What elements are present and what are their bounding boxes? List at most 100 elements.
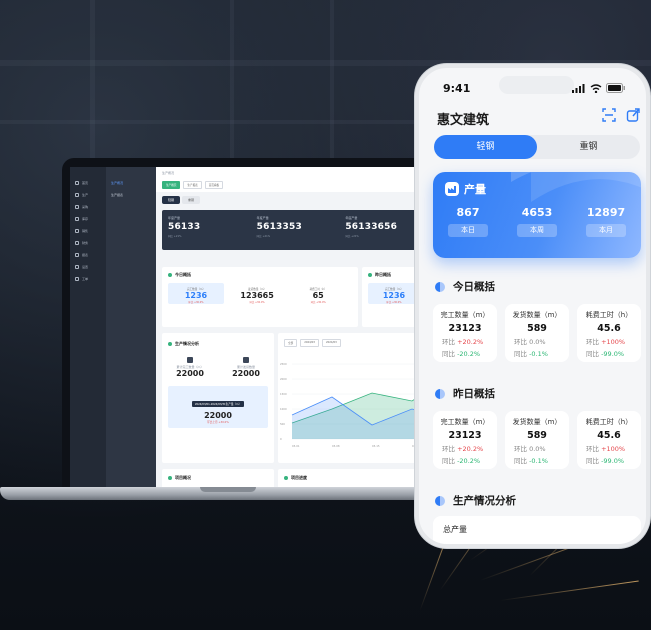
nav-item[interactable]: 设置 (70, 261, 106, 273)
status-bar: 9:41 (419, 68, 646, 106)
month-button[interactable]: 本月 (586, 224, 626, 237)
trend-chart-panel: 全部 2024/03 2024/03 2500 2000 1500 1000 5… (278, 333, 434, 463)
total-cell: 年度产量 5613353 同比 +21% (256, 216, 302, 238)
status-time: 9:41 (443, 82, 471, 95)
metric: 发货数量（m） 123665 环比 +30.0% (240, 288, 274, 304)
primary-sidebar: 首页 生产 采购 库存 销售 财务 报表 设置 工单 (70, 167, 106, 488)
status-dot (368, 273, 372, 277)
nav-item[interactable]: 首页 (70, 177, 106, 189)
section-bullet-icon (435, 495, 445, 506)
signal-icon (572, 83, 585, 93)
today-panel: 今日概括 完工数量（m） 1236 环比 +30.0% 发货数量（m） 123665 环… (162, 267, 358, 327)
output-day: 867 本日 (443, 206, 493, 237)
y-tick: 2000 (280, 377, 287, 381)
breadcrumb: 生产概况 (156, 167, 434, 178)
scan-icon[interactable] (602, 108, 616, 122)
nav-item[interactable]: 销售 (70, 225, 106, 237)
document-icon (243, 357, 249, 363)
total-output-card[interactable]: 总产量 (433, 516, 641, 544)
metric: 耗费工时（h） 65 环比 +30.0% (309, 288, 327, 304)
project-progress-panel: 项目进度 (278, 469, 434, 488)
yesterday-stat-hours: 耗费工时（h） 45.6 环比 +100% 同比 -99.0% (577, 411, 641, 469)
tab-overview[interactable]: 生产概况 (162, 181, 181, 189)
sub-item-report[interactable]: 生产报表 (106, 189, 156, 201)
today-stat-shipped: 发货数量（m） 589 环比 0.0% 同比 -0.1% (505, 304, 569, 362)
light-steel-tab[interactable]: 轻钢 (434, 135, 537, 159)
battery-icon (606, 83, 625, 93)
today-section-title: 今日概括 (435, 279, 495, 294)
tab-board[interactable]: 首页看板 (204, 181, 224, 189)
status-dot (168, 342, 172, 346)
today-stat-completed: 完工数量（m） 23123 环比 +20.2% 同比 -20.2% (433, 304, 497, 362)
nav-item[interactable]: 库存 (70, 213, 106, 225)
export-icon[interactable] (626, 108, 640, 122)
page-tabs: 生产概况 生产报表 首页看板 (156, 178, 434, 192)
y-tick: 1500 (280, 392, 287, 396)
app-title: 惠文建筑 (437, 113, 490, 128)
main-content: 生产概况 生产概况 生产报表 首页看板 轻钢 重钢 年度产量 56133 同比 … (156, 167, 434, 488)
y-tick: 500 (280, 422, 285, 426)
nav-item[interactable]: 工单 (70, 273, 106, 285)
desktop-dashboard: 首页 生产 采购 库存 销售 财务 报表 设置 工单 生产概况 生产报表 生产概… (70, 167, 434, 488)
today-stat-hours: 耗费工时（h） 45.6 环比 +100% 同比 -99.0% (577, 304, 641, 362)
metric: 完工数量（m） 1236 环比 +30.0% (168, 283, 224, 304)
heavy-steel-button[interactable]: 重钢 (182, 196, 201, 204)
totals-panel: 年度产量 56133 同比 +21% 年度产量 5613353 同比 +21% … (162, 210, 428, 250)
metric: 完工数量（m） 1236 环比 +30.0% (368, 283, 420, 304)
clipboard-icon (75, 277, 79, 281)
x-tick: 03-15 (372, 444, 380, 448)
analysis-section-title: 生产情况分析 (435, 493, 516, 508)
sub-item-overview[interactable]: 生产概况 (106, 177, 156, 189)
yesterday-stat-completed: 完工数量（m） 23123 环比 +20.2% 同比 -20.2% (433, 411, 497, 469)
factory-icon (445, 182, 459, 196)
analysis-panel: 生产情况分析 累计完工数量（m） 22000 累计发货数量 22000 2024/0… (162, 333, 274, 463)
x-tick: 03-01 (292, 444, 300, 448)
nav-item[interactable]: 财务 (70, 237, 106, 249)
factory-icon (75, 193, 79, 197)
secondary-sidebar: 生产概况 生产报表 (106, 167, 156, 488)
section-bullet-icon (435, 281, 445, 292)
card-title: 产量 (464, 183, 486, 196)
laptop-notch (200, 487, 256, 492)
y-tick: 0 (280, 437, 282, 441)
yesterday-section-title: 昨日概括 (435, 386, 495, 401)
range-summary: 2024/03/01-2024/03/31生产量（m） 22000 环比上月 +… (168, 386, 268, 428)
wifi-icon (590, 83, 602, 93)
home-icon (75, 181, 79, 185)
tag-icon (75, 229, 79, 233)
heavy-steel-tab[interactable]: 重钢 (537, 135, 640, 159)
output-month: 12897 本月 (581, 206, 631, 237)
nav-item[interactable]: 生产 (70, 189, 106, 201)
wallet-icon (75, 241, 79, 245)
steel-type-segment: 轻钢 重钢 (434, 135, 640, 159)
section-bullet-icon (435, 388, 445, 399)
analysis-stat: 累计完工数量（m） 22000 (176, 357, 204, 378)
output-card: 产量 867 本日 4653 本周 12897 本月 (433, 172, 641, 258)
cart-icon (75, 205, 79, 209)
status-dot (168, 273, 172, 277)
light-steel-button[interactable]: 轻钢 (162, 196, 181, 204)
project-overview-panel: 项目概况 (162, 469, 274, 488)
output-week: 4653 本周 (512, 206, 562, 237)
chart-filters: 全部 2024/03 2024/03 (278, 333, 434, 353)
report-icon (75, 253, 79, 257)
nav-item[interactable]: 采购 (70, 201, 106, 213)
day-button[interactable]: 本日 (448, 224, 488, 237)
total-cell: 年度产量 56133 同比 +21% (168, 216, 201, 238)
laptop-screen: 首页 生产 采购 库存 销售 财务 报表 设置 工单 生产概况 生产报表 生产概… (62, 158, 442, 488)
y-tick: 1000 (280, 407, 287, 411)
x-tick: 03-08 (332, 444, 340, 448)
trend-chart: 2500 2000 1500 1000 500 0 03-01 03-08 03… (280, 362, 434, 448)
week-button[interactable]: 本周 (517, 224, 557, 237)
y-tick: 2500 (280, 362, 287, 366)
phone-app: 9:41 惠文建筑 轻钢 重钢 产量 867 本日 4653 本周 12897 本月 … (415, 64, 650, 548)
tab-report[interactable]: 生产报表 (183, 181, 202, 189)
gear-icon (75, 265, 79, 269)
person-icon (187, 357, 193, 363)
yesterday-stat-shipped: 发货数量（m） 589 环比 0.0% 同比 -0.1% (505, 411, 569, 469)
analysis-stat: 累计发货数量 22000 (232, 357, 260, 378)
nav-item[interactable]: 报表 (70, 249, 106, 261)
steel-type-switch: 轻钢 重钢 (156, 192, 434, 208)
dynamic-island (499, 76, 574, 94)
box-icon (75, 217, 79, 221)
